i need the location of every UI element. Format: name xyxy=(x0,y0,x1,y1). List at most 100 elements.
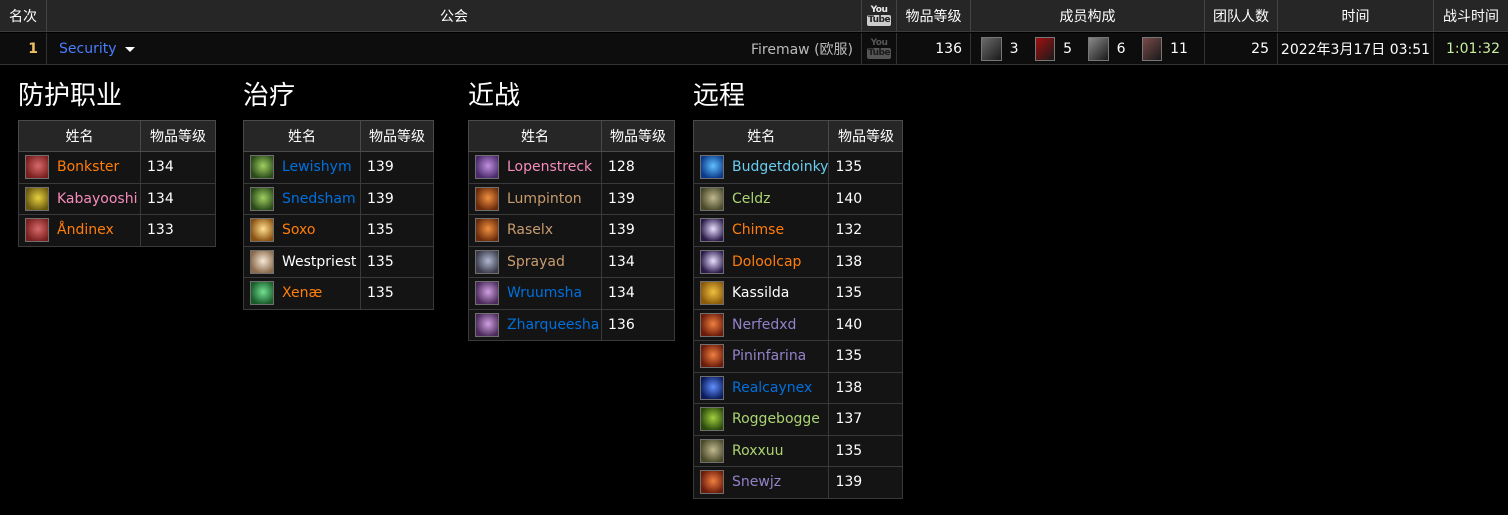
guild-link[interactable]: Security xyxy=(59,41,135,57)
table-row: Celdz 140 xyxy=(692,182,904,215)
chevron-down-icon[interactable] xyxy=(124,47,135,52)
holy-light-icon xyxy=(250,218,274,243)
table-row: Lopenstreck 128 xyxy=(468,151,675,184)
video-cell: You Tube xyxy=(862,33,897,64)
moonfire-icon xyxy=(700,249,724,274)
duration-value: 1:01:32 xyxy=(1446,40,1500,57)
player-name-cell: Nerfedxd xyxy=(692,308,830,341)
server-name: Firemaw (欧服) xyxy=(750,41,853,58)
destruction-icon xyxy=(700,312,724,337)
role-section: 防护职业 姓名 物品等级 Bonkster 134 Kabayooshi 134 Åndine… xyxy=(18,78,216,247)
player-name-link[interactable]: Wruumsha xyxy=(507,285,582,301)
time-header[interactable]: 时间 xyxy=(1278,0,1434,31)
enhancement-icon xyxy=(475,281,499,306)
table-row: Raselx 139 xyxy=(468,214,675,247)
player-name-link[interactable]: Realcaynex xyxy=(732,380,812,396)
composition-count: 3 xyxy=(1009,40,1019,57)
table-row: Wruumsha 134 xyxy=(468,277,675,310)
player-name-cell: Doloolcap xyxy=(692,245,830,278)
player-name-link[interactable]: Lewishym xyxy=(282,159,352,175)
ranking-row: 1 Security Firemaw (欧服) You Tube 136 3 5 6… xyxy=(0,33,1508,65)
player-name-cell: Budgetdoinky xyxy=(692,151,830,184)
ilvl-column-header[interactable]: 物品等级 xyxy=(828,120,904,152)
raid-size-value: 25 xyxy=(1205,33,1278,64)
raid-size-header[interactable]: 团队人数 xyxy=(1205,0,1278,31)
composition-header: 成员构成 xyxy=(971,0,1205,31)
player-name-link[interactable]: Lopenstreck xyxy=(507,159,592,175)
player-name-link[interactable]: Sprayad xyxy=(507,254,565,270)
player-item-level: 136 xyxy=(601,308,675,341)
duration-header[interactable]: 战斗时间 xyxy=(1434,0,1508,31)
item-level-header[interactable]: 物品等级 xyxy=(897,0,971,31)
player-name-link[interactable]: Bonkster xyxy=(57,159,119,175)
player-name-cell: Roggebogge xyxy=(692,403,830,436)
player-name-link[interactable]: Celdz xyxy=(732,191,771,207)
player-name-link[interactable]: Doloolcap xyxy=(732,254,801,270)
player-name-link[interactable]: Roggebogge xyxy=(732,411,820,427)
player-name-link[interactable]: Snewjz xyxy=(732,474,781,490)
composition-count: 11 xyxy=(1170,40,1188,57)
role-section: 近战 姓名 物品等级 Lopenstreck 128 Lumpinton 139 Raselx… xyxy=(468,78,675,341)
player-name-cell: Sprayad xyxy=(468,245,602,278)
name-column-header[interactable]: 姓名 xyxy=(243,120,361,152)
player-name-cell: Soxo xyxy=(243,214,361,247)
composition-count: 5 xyxy=(1063,40,1073,57)
player-name-link[interactable]: Zharqueesha xyxy=(507,317,599,333)
player-item-level: 140 xyxy=(828,182,904,215)
tank-role-icon xyxy=(981,36,1002,61)
player-name-link[interactable]: Budgetdoinky xyxy=(732,159,828,175)
player-name-link[interactable]: Åndinex xyxy=(57,222,114,238)
name-column-header[interactable]: 姓名 xyxy=(18,120,141,152)
player-name-link[interactable]: Pininfarina xyxy=(732,348,806,364)
player-item-level: 138 xyxy=(828,245,904,278)
player-name-link[interactable]: Xenæ xyxy=(282,285,322,301)
youtube-icon: You Tube xyxy=(866,38,892,59)
player-name-cell: Kabayooshi xyxy=(18,182,141,215)
bear-form-icon xyxy=(25,155,49,180)
player-name-link[interactable]: Snedsham xyxy=(282,191,356,207)
melee-sword-icon xyxy=(1088,36,1109,61)
player-name-link[interactable]: Westpriest xyxy=(282,254,356,270)
paladin-shield-icon xyxy=(25,186,49,211)
table-row: Åndinex 133 xyxy=(18,214,216,247)
table-row: Snewjz 139 xyxy=(692,466,904,499)
warrior-fury-icon xyxy=(475,186,499,211)
rank-header[interactable]: 名次 xyxy=(0,0,47,31)
nature-leaf-icon xyxy=(250,281,274,306)
ilvl-column-header[interactable]: 物品等级 xyxy=(360,120,434,152)
player-name-link[interactable]: Soxo xyxy=(282,222,315,238)
player-item-level: 128 xyxy=(601,151,675,184)
name-column-header[interactable]: 姓名 xyxy=(692,120,830,152)
player-item-level: 135 xyxy=(360,214,434,247)
ilvl-column-header[interactable]: 物品等级 xyxy=(140,120,216,152)
player-name-link[interactable]: Chimse xyxy=(732,222,784,238)
table-row: Zharqueesha 136 xyxy=(468,308,675,341)
composition-count: 6 xyxy=(1116,40,1126,57)
ilvl-column-header[interactable]: 物品等级 xyxy=(601,120,675,152)
rank-value: 1 xyxy=(0,33,47,64)
player-item-level: 135 xyxy=(828,434,904,467)
table-row: Xenæ 135 xyxy=(243,277,434,310)
player-name-link[interactable]: Roxxuu xyxy=(732,443,784,459)
hunter-beast-icon xyxy=(700,438,724,463)
player-name-link[interactable]: Lumpinton xyxy=(507,191,582,207)
player-name-cell: Pininfarina xyxy=(692,340,830,373)
player-name-cell: Lopenstreck xyxy=(468,151,602,184)
table-row: Sprayad 134 xyxy=(468,245,675,278)
section-title: 防护职业 xyxy=(18,81,123,111)
player-name-link[interactable]: Nerfedxd xyxy=(732,317,796,333)
player-item-level: 138 xyxy=(828,371,904,404)
player-name-link[interactable]: Kassilda xyxy=(732,285,789,301)
table-row: Realcaynex 138 xyxy=(692,371,904,404)
player-name-link[interactable]: Kabayooshi xyxy=(57,191,137,207)
guild-header[interactable]: 公会 xyxy=(47,0,862,31)
roster-table: 姓名 物品等级 Bonkster 134 Kabayooshi 134 Åndinex 133 xyxy=(18,120,216,247)
table-row: Lumpinton 139 xyxy=(468,182,675,215)
player-name-cell: Bonkster xyxy=(18,151,141,184)
player-name-link[interactable]: Raselx xyxy=(507,222,553,238)
player-item-level: 135 xyxy=(828,277,904,310)
roster-table: 姓名 物品等级 Lopenstreck 128 Lumpinton 139 Raselx 13… xyxy=(468,120,675,341)
guild-cell: Security Firemaw (欧服) xyxy=(47,33,862,64)
bear-form-icon xyxy=(25,218,49,243)
name-column-header[interactable]: 姓名 xyxy=(468,120,602,152)
